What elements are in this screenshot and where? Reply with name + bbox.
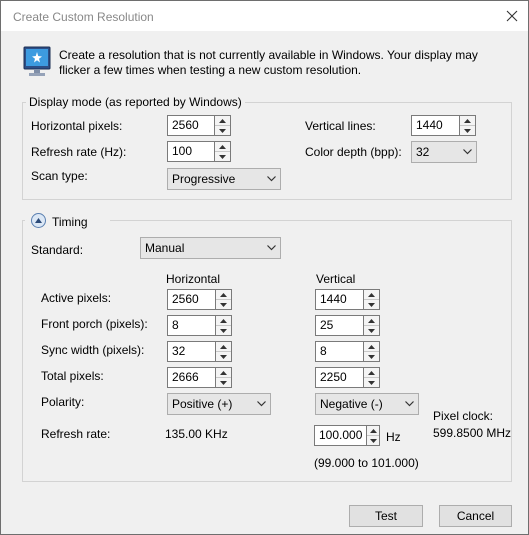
spin-down-icon[interactable] (460, 125, 475, 135)
spin-up-icon[interactable] (216, 368, 231, 377)
vertical-refresh-stepper[interactable]: 100.000 (314, 425, 380, 446)
sync-width-label: Sync width (pixels): (41, 343, 145, 357)
active-pixels-h-input[interactable]: 2560 (167, 289, 216, 310)
horizontal-refresh-value: 135.00 KHz (165, 427, 228, 441)
chevron-down-icon (262, 176, 280, 182)
active-pixels-v-stepper[interactable]: 1440 (315, 289, 380, 310)
horizontal-pixels-stepper[interactable]: 2560 (167, 115, 231, 136)
monitor-icon (23, 46, 51, 78)
color-depth-value: 32 (416, 145, 430, 159)
spin-up-icon[interactable] (216, 316, 231, 325)
color-depth-select[interactable]: 32 (411, 141, 477, 163)
pixel-clock-value: 599.8500 MHz (433, 426, 512, 440)
spin-down-icon[interactable] (215, 151, 230, 161)
color-depth-label: Color depth (bpp): (305, 145, 402, 159)
chevron-down-icon (458, 149, 476, 155)
total-pixels-h-input[interactable]: 2666 (167, 367, 216, 388)
scan-type-select[interactable]: Progressive (167, 168, 281, 190)
total-pixels-v-input[interactable]: 2250 (315, 367, 364, 388)
scan-type-value: Progressive (172, 172, 236, 186)
standard-label: Standard: (31, 243, 84, 257)
front-porch-v-input[interactable]: 25 (315, 315, 364, 336)
sync-width-h-input[interactable]: 32 (167, 341, 216, 362)
spin-up-icon[interactable] (215, 116, 230, 125)
active-pixels-label: Active pixels: (41, 291, 112, 305)
pixel-clock-label: Pixel clock: (433, 409, 494, 423)
total-pixels-v-stepper[interactable]: 2250 (315, 367, 380, 388)
spin-down-icon[interactable] (367, 435, 379, 445)
spin-up-icon[interactable] (216, 342, 231, 351)
refresh-rate-stepper[interactable]: 100 (167, 141, 231, 162)
cancel-button[interactable]: Cancel (439, 505, 512, 527)
refresh-rate-input[interactable]: 100 (167, 141, 215, 162)
horizontal-pixels-label: Horizontal pixels: (31, 119, 123, 133)
front-porch-h-stepper[interactable]: 8 (167, 315, 232, 336)
spin-down-icon[interactable] (216, 299, 231, 309)
scan-type-label: Scan type: (31, 169, 88, 183)
chevron-down-icon (252, 401, 270, 407)
spin-up-icon[interactable] (460, 116, 475, 125)
total-pixels-h-stepper[interactable]: 2666 (167, 367, 232, 388)
vertical-lines-input[interactable]: 1440 (411, 115, 460, 136)
chevron-down-icon (400, 401, 418, 407)
chevron-down-icon (262, 245, 280, 251)
spin-down-icon[interactable] (364, 325, 379, 335)
sync-width-v-input[interactable]: 8 (315, 341, 364, 362)
spin-down-icon[interactable] (216, 377, 231, 387)
vertical-refresh-input[interactable]: 100.000 (314, 425, 368, 446)
spin-down-icon[interactable] (364, 299, 379, 309)
spin-down-icon[interactable] (216, 325, 231, 335)
spin-up-icon[interactable] (364, 290, 379, 299)
active-pixels-v-input[interactable]: 1440 (315, 289, 364, 310)
polarity-h-select[interactable]: Positive (+) (167, 393, 271, 415)
vertical-lines-stepper[interactable]: 1440 (411, 115, 476, 136)
polarity-label: Polarity: (41, 395, 85, 409)
refresh-rate-unit: Hz (386, 430, 401, 444)
spin-down-icon[interactable] (364, 377, 379, 387)
front-porch-v-stepper[interactable]: 25 (315, 315, 380, 336)
front-porch-h-input[interactable]: 8 (167, 315, 216, 336)
refresh-rate-label: Refresh rate (Hz): (31, 145, 127, 159)
spin-up-icon[interactable] (364, 368, 379, 377)
window-title: Create Custom Resolution (13, 10, 154, 24)
timing-legend: Timing (52, 215, 88, 229)
vertical-lines-label: Vertical lines: (305, 119, 376, 133)
standard-value: Manual (145, 241, 185, 255)
sync-width-v-stepper[interactable]: 8 (315, 341, 380, 362)
column-horizontal-header: Horizontal (166, 272, 221, 286)
timing-refresh-rate-label: Refresh rate: (41, 427, 111, 441)
intro-text: Create a resolution that is not currentl… (59, 48, 478, 77)
polarity-h-value: Positive (+) (172, 397, 233, 411)
front-porch-label: Front porch (pixels): (41, 317, 148, 331)
close-icon[interactable] (500, 4, 524, 28)
polarity-v-select[interactable]: Negative (-) (315, 393, 419, 415)
collapse-icon[interactable] (31, 213, 46, 228)
horizontal-pixels-input[interactable]: 2560 (167, 115, 215, 136)
spin-up-icon[interactable] (364, 316, 379, 325)
spin-down-icon[interactable] (216, 351, 231, 361)
spin-up-icon[interactable] (216, 290, 231, 299)
polarity-v-value: Negative (-) (320, 397, 383, 411)
standard-select[interactable]: Manual (140, 237, 281, 259)
spin-down-icon[interactable] (364, 351, 379, 361)
spin-down-icon[interactable] (215, 125, 230, 135)
create-custom-resolution-dialog: Create Custom Resolution Create a resolu… (0, 0, 529, 535)
total-pixels-label: Total pixels: (41, 369, 104, 383)
test-button[interactable]: Test (349, 505, 423, 527)
refresh-rate-range: (99.000 to 101.000) (314, 456, 419, 470)
column-vertical-header: Vertical (316, 272, 356, 286)
active-pixels-h-stepper[interactable]: 2560 (167, 289, 232, 310)
spin-up-icon[interactable] (364, 342, 379, 351)
sync-width-h-stepper[interactable]: 32 (167, 341, 232, 362)
display-mode-legend: Display mode (as reported by Windows) (26, 95, 245, 109)
title-bar: Create Custom Resolution (1, 1, 528, 31)
spin-up-icon[interactable] (215, 142, 230, 151)
spin-up-icon[interactable] (367, 426, 379, 435)
